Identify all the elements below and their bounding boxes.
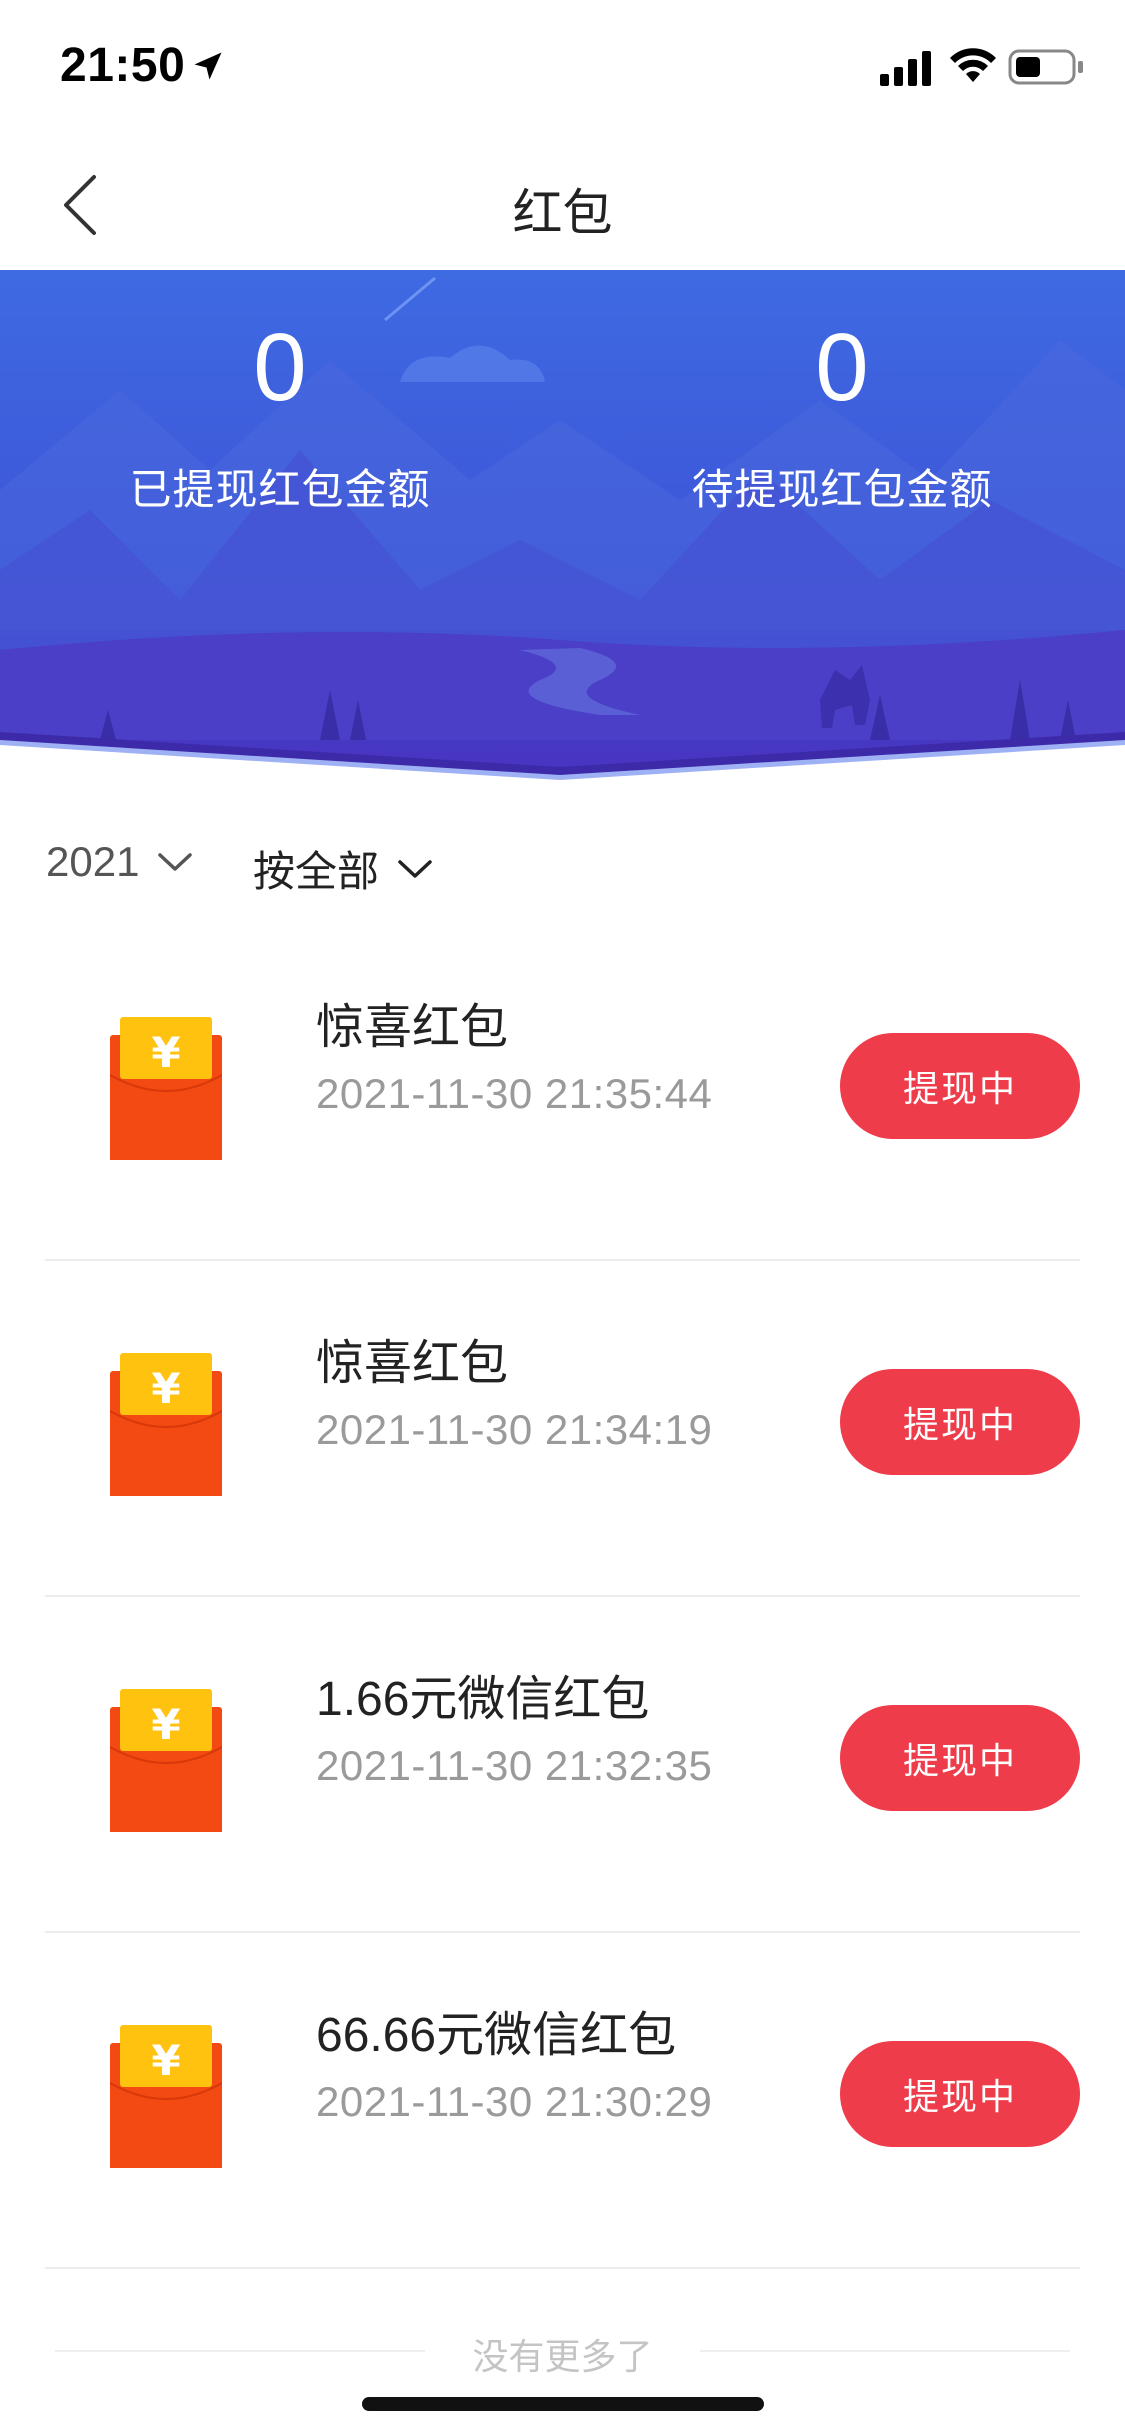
type-filter-label: 按全部 (253, 848, 380, 895)
type-filter-dropdown[interactable]: 按全部 (253, 838, 433, 899)
red-envelope-icon: ¥ (110, 1353, 222, 1496)
no-more-text: 没有更多了 (472, 2336, 653, 2377)
wifi-icon (950, 48, 996, 82)
location-arrow-icon (194, 52, 222, 80)
item-timestamp: 2021-11-30 21:35:44 (316, 1070, 713, 1117)
item-timestamp: 2021-11-30 21:32:35 (316, 1742, 713, 1789)
home-indicator[interactable] (362, 2397, 764, 2411)
withdrawn-amount-stat: 0 已提现红包金额 (30, 320, 530, 517)
envelope-yen-glyph: ¥ (151, 1364, 180, 1413)
item-title: 1.66元微信红包 (316, 1673, 650, 1726)
filter-bar: 2021 按全部 (0, 820, 1125, 910)
pending-amount-stat: 0 待提现红包金额 (592, 320, 1092, 517)
year-filter-dropdown[interactable]: 2021 (46, 838, 193, 886)
divider (700, 2350, 1070, 2352)
withdrawn-amount-label: 已提现红包金额 (129, 466, 431, 513)
page-title: 红包 (512, 185, 613, 241)
nav-bar: 红包 (0, 135, 1125, 270)
list-item: ¥ 1.66元微信红包 2021-11-30 21:32:35 提现中 (0, 1597, 1125, 1933)
status-time: 21:50 (60, 39, 186, 92)
red-envelope-icon: ¥ (110, 2025, 222, 2168)
chevron-down-icon (158, 853, 193, 871)
withdrawing-status-button[interactable]: 提现中 (840, 1033, 1080, 1139)
pending-amount-label: 待提现红包金额 (691, 466, 993, 513)
withdrawing-status-button[interactable]: 提现中 (840, 1705, 1080, 1811)
envelope-yen-glyph: ¥ (151, 1028, 180, 1077)
envelope-yen-glyph: ¥ (151, 1700, 180, 1749)
withdrawn-amount-value: 0 (253, 314, 307, 421)
battery-icon (1008, 49, 1083, 85)
screen: 21:50 红包 0 已提现红包金额 0 待提现红包金额 2021 按全部 ¥ … (0, 0, 1125, 2436)
chevron-down-icon (398, 859, 432, 878)
item-timestamp: 2021-11-30 21:34:19 (316, 1406, 713, 1453)
item-title: 66.66元微信红包 (316, 2009, 677, 2062)
withdrawing-status-button[interactable]: 提现中 (840, 2041, 1080, 2147)
divider (45, 2267, 1080, 2269)
withdrawing-status-button[interactable]: 提现中 (840, 1369, 1080, 1475)
red-envelope-list: ¥ 惊喜红包 2021-11-30 21:35:44 提现中 ¥ 惊喜红包 20… (0, 925, 1125, 2269)
status-bar: 21:50 (0, 0, 1125, 135)
red-envelope-icon: ¥ (110, 1017, 222, 1160)
list-item: ¥ 惊喜红包 2021-11-30 21:35:44 提现中 (0, 925, 1125, 1261)
list-item: ¥ 惊喜红包 2021-11-30 21:34:19 提现中 (0, 1261, 1125, 1597)
red-envelope-icon: ¥ (110, 1689, 222, 1832)
item-timestamp: 2021-11-30 21:30:29 (316, 2078, 713, 2125)
year-filter-label: 2021 (46, 838, 140, 885)
summary-banner: 0 已提现红包金额 0 待提现红包金额 (0, 270, 1125, 800)
envelope-yen-glyph: ¥ (151, 2036, 180, 2085)
list-item: ¥ 66.66元微信红包 2021-11-30 21:30:29 提现中 (0, 1933, 1125, 2269)
item-title: 惊喜红包 (316, 1337, 509, 1390)
pending-amount-value: 0 (815, 314, 869, 421)
no-more-footer: 没有更多了 (0, 2320, 1125, 2380)
cellular-signal-icon (880, 51, 931, 86)
item-title: 惊喜红包 (316, 1001, 509, 1054)
